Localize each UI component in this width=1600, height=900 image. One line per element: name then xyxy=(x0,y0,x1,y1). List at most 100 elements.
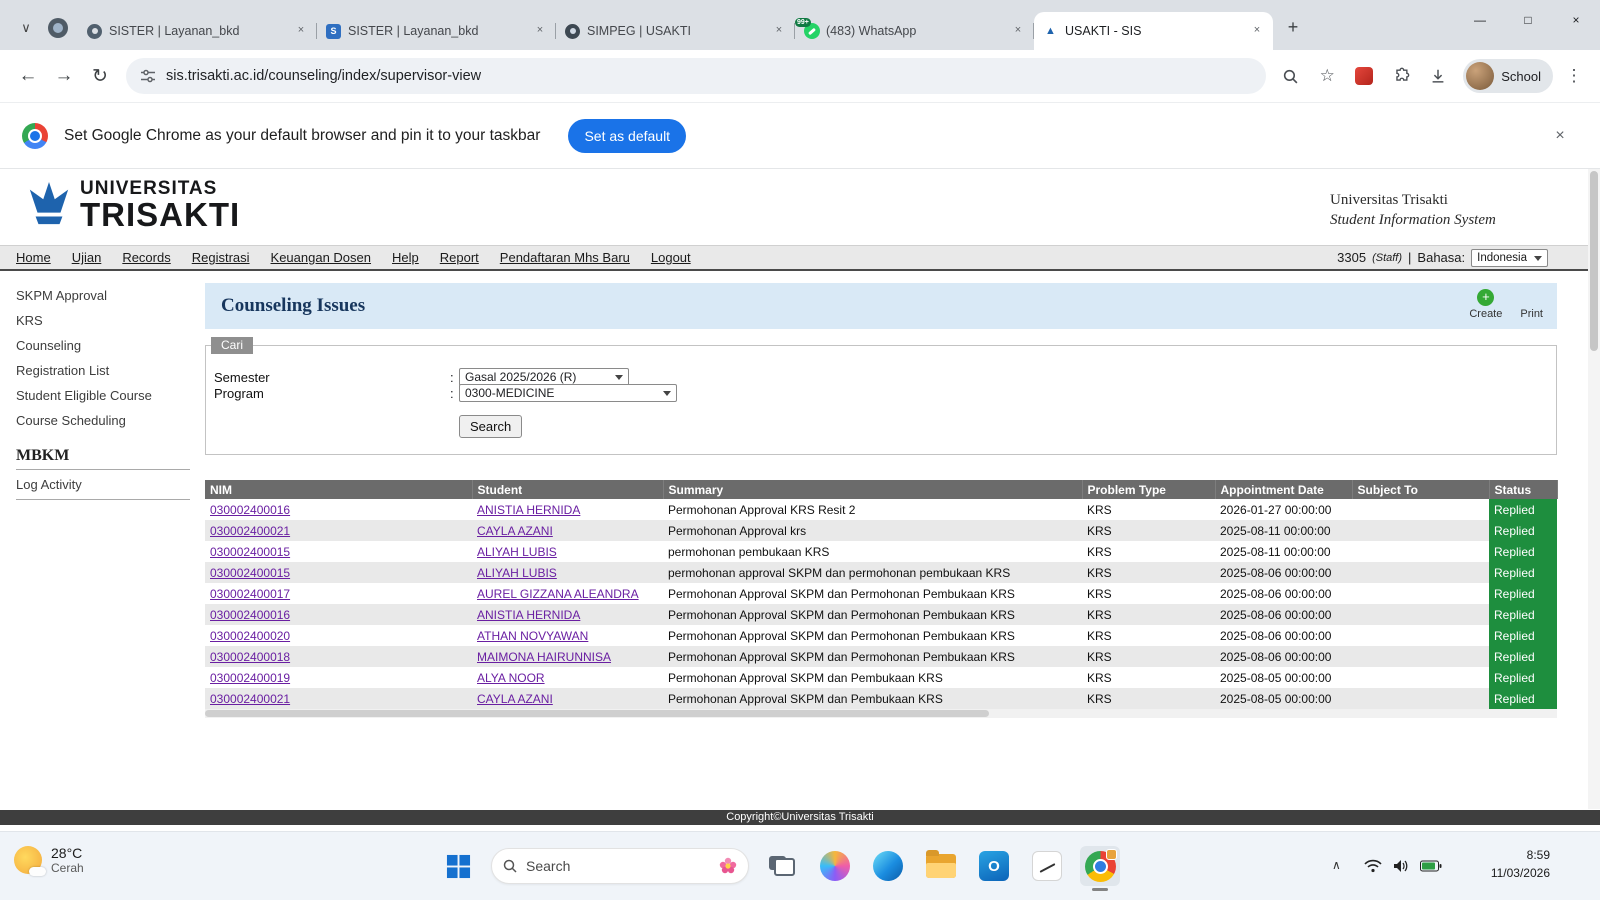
student-link[interactable]: CAYLA AZANI xyxy=(477,524,553,538)
browser-tab-usakti-sis[interactable]: USAKTI - SIS xyxy=(1034,12,1273,50)
task-view-button[interactable] xyxy=(762,846,802,886)
student-link[interactable]: ANISTIA HERNIDA xyxy=(477,608,580,622)
search-button[interactable]: Search xyxy=(459,415,522,438)
address-bar[interactable]: sis.trisakti.ac.id/counseling/index/supe… xyxy=(126,58,1266,94)
page-scrollbar[interactable] xyxy=(1588,169,1600,809)
student-link[interactable]: ATHAN NOVYAWAN xyxy=(477,629,588,643)
student-link[interactable]: MAIMONA HAIRUNNISA xyxy=(477,650,611,664)
summary-cell: Permohonan Approval KRS Resit 2 xyxy=(663,499,1082,520)
forward-button[interactable] xyxy=(46,58,82,94)
student-link[interactable]: ANISTIA HERNIDA xyxy=(477,503,580,517)
table-horizontal-scrollbar[interactable] xyxy=(205,709,1557,718)
copilot-button[interactable] xyxy=(815,846,855,886)
taskbar-search-box[interactable]: Search xyxy=(491,848,749,884)
profile-chip[interactable]: School xyxy=(1463,59,1553,93)
browser-menu-icon[interactable] xyxy=(1558,60,1590,92)
maximize-button[interactable] xyxy=(1504,0,1552,40)
status-cell: Replied xyxy=(1489,562,1557,583)
tab-close-icon[interactable] xyxy=(771,23,787,39)
system-name: Student Information System xyxy=(1330,211,1496,231)
edge-button[interactable] xyxy=(868,846,908,886)
nav-item-keuangan-dosen[interactable]: Keuangan Dosen xyxy=(271,250,371,265)
search-panel-tab[interactable]: Cari xyxy=(211,337,253,354)
banner-close-icon[interactable] xyxy=(1542,118,1578,154)
downloads-icon[interactable] xyxy=(1422,60,1454,92)
nim-link[interactable]: 030002400021 xyxy=(210,692,290,706)
tab-search-icon[interactable] xyxy=(12,14,40,42)
taskbar-weather-widget[interactable]: 28°C Cerah xyxy=(14,845,84,875)
browser-tab-sister-layanan-bkd[interactable]: SISTER | Layanan_bkd xyxy=(317,12,556,50)
browser-tab-483-whatsapp[interactable]: 99+ (483) WhatsApp xyxy=(795,12,1034,50)
battery-icon[interactable] xyxy=(1420,860,1442,872)
pinned-extension-icon[interactable] xyxy=(1348,60,1380,92)
reload-button[interactable] xyxy=(82,58,118,94)
chrome-button[interactable] xyxy=(1080,846,1120,886)
nav-item-report[interactable]: Report xyxy=(440,250,479,265)
language-select[interactable]: Indonesia xyxy=(1471,249,1548,267)
nim-link[interactable]: 030002400016 xyxy=(210,503,290,517)
set-as-default-button[interactable]: Set as default xyxy=(568,119,686,153)
nim-link[interactable]: 030002400016 xyxy=(210,608,290,622)
sidebar-item-student-eligible-course[interactable]: Student Eligible Course xyxy=(0,383,200,408)
university-logo[interactable]: UNIVERSITAS TRISAKTI xyxy=(26,179,240,232)
pinned-tab-favicon[interactable] xyxy=(48,18,68,38)
nim-link[interactable]: 030002400020 xyxy=(210,629,290,643)
outlook-button[interactable] xyxy=(974,846,1014,886)
tab-close-icon[interactable] xyxy=(1249,23,1265,39)
zoom-icon[interactable] xyxy=(1274,60,1306,92)
nav-item-records[interactable]: Records xyxy=(122,250,170,265)
nav-item-home[interactable]: Home xyxy=(16,250,51,265)
wifi-icon[interactable] xyxy=(1364,859,1382,873)
nim-link[interactable]: 030002400015 xyxy=(210,545,290,559)
new-tab-button[interactable] xyxy=(1279,13,1307,41)
tab-close-icon[interactable] xyxy=(1010,23,1026,39)
student-link[interactable]: ALYA NOOR xyxy=(477,671,545,685)
page-scrollbar-thumb[interactable] xyxy=(1590,171,1598,351)
sidebar-item-log-activity[interactable]: Log Activity xyxy=(0,472,200,497)
program-select[interactable]: 0300-MEDICINE xyxy=(459,384,677,402)
subject-to-cell xyxy=(1352,583,1489,604)
sidebar-item-counseling[interactable]: Counseling xyxy=(0,333,200,358)
extensions-puzzle-icon[interactable] xyxy=(1385,60,1417,92)
start-button[interactable] xyxy=(438,846,478,886)
problem-type-cell: KRS xyxy=(1082,604,1215,625)
hidden-icons-chevron[interactable] xyxy=(1332,858,1341,872)
student-link[interactable]: ALIYAH LUBIS xyxy=(477,566,557,580)
url-text[interactable]: sis.trisakti.ac.id/counseling/index/supe… xyxy=(166,68,481,84)
nim-link[interactable]: 030002400021 xyxy=(210,524,290,538)
minimize-button[interactable] xyxy=(1456,0,1504,40)
nav-item-pendaftaran-mhs-baru[interactable]: Pendaftaran Mhs Baru xyxy=(500,250,630,265)
student-link[interactable]: ALIYAH LUBIS xyxy=(477,545,557,559)
whiteboard-app-button[interactable] xyxy=(1027,846,1067,886)
sidebar-item-krs[interactable]: KRS xyxy=(0,308,200,333)
tab-close-icon[interactable] xyxy=(532,23,548,39)
create-button[interactable]: Create xyxy=(1469,289,1502,320)
nim-link[interactable]: 030002400015 xyxy=(210,566,290,580)
file-explorer-button[interactable] xyxy=(921,846,961,886)
sidebar-item-course-scheduling[interactable]: Course Scheduling xyxy=(0,408,200,433)
print-button[interactable]: Print xyxy=(1520,289,1543,320)
nav-item-ujian[interactable]: Ujian xyxy=(72,250,102,265)
taskbar-clock[interactable]: 8:59 11/03/2026 xyxy=(1462,846,1550,882)
tab-close-icon[interactable] xyxy=(293,23,309,39)
scrollbar-thumb[interactable] xyxy=(205,710,989,717)
browser-tab-simpeg-usakti[interactable]: SIMPEG | USAKTI xyxy=(556,12,795,50)
summary-cell: Permohonan Approval SKPM dan Permohonan … xyxy=(663,583,1082,604)
student-link[interactable]: CAYLA AZANI xyxy=(477,692,553,706)
bookmark-star-icon[interactable] xyxy=(1311,60,1343,92)
student-link[interactable]: AUREL GIZZANA ALEANDRA xyxy=(477,587,639,601)
back-button[interactable] xyxy=(10,58,46,94)
browser-tab-sister-layanan-bkd[interactable]: SISTER | Layanan_bkd xyxy=(78,12,317,50)
nav-item-logout[interactable]: Logout xyxy=(651,250,691,265)
site-info-icon[interactable] xyxy=(140,68,156,84)
nim-link[interactable]: 030002400018 xyxy=(210,650,290,664)
window-close-button[interactable] xyxy=(1552,0,1600,40)
nav-item-registrasi[interactable]: Registrasi xyxy=(192,250,250,265)
sidebar-item-registration-list[interactable]: Registration List xyxy=(0,358,200,383)
nim-link[interactable]: 030002400019 xyxy=(210,671,290,685)
nav-item-help[interactable]: Help xyxy=(392,250,419,265)
nim-link[interactable]: 030002400017 xyxy=(210,587,290,601)
sidebar-item-skpm-approval[interactable]: SKPM Approval xyxy=(0,283,200,308)
task-view-icon xyxy=(769,856,795,876)
volume-icon[interactable] xyxy=(1393,859,1409,873)
